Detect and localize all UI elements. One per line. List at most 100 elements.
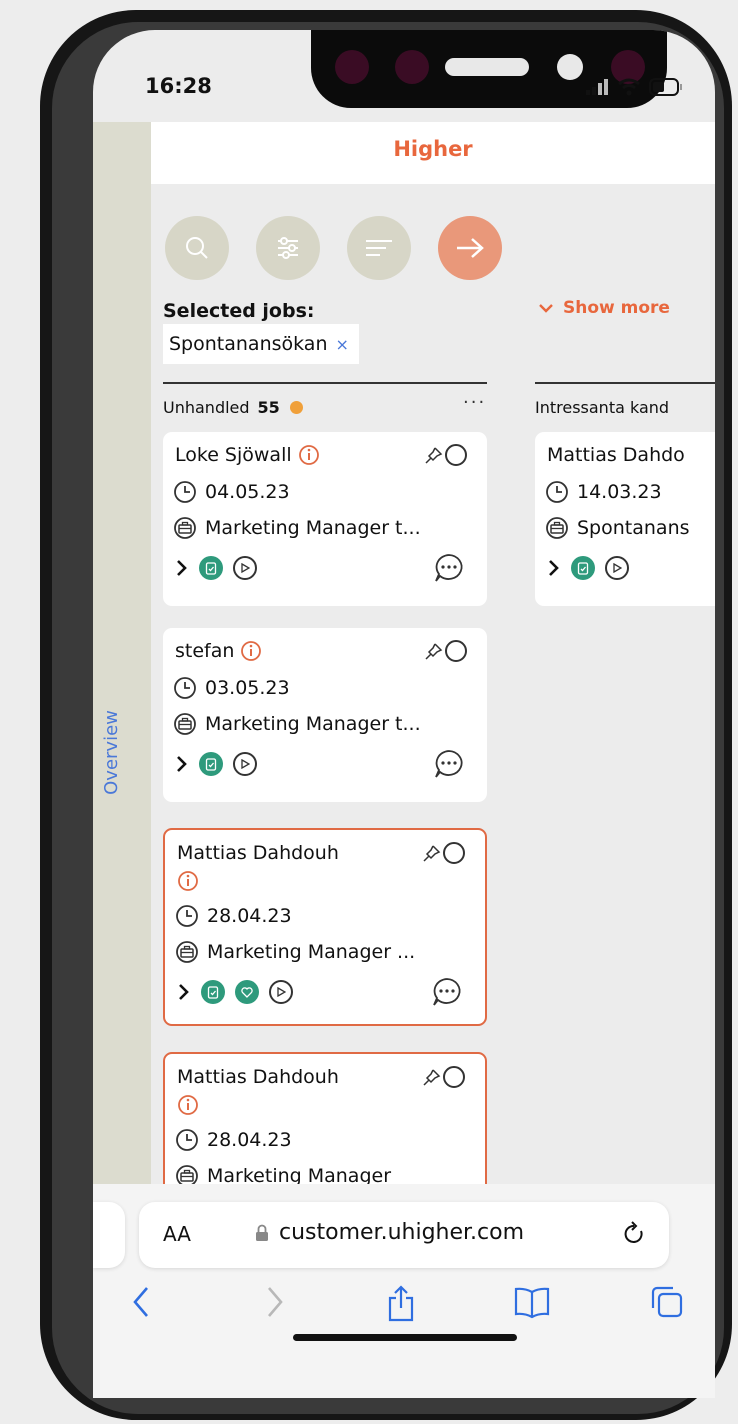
job-row: Marketing Manager t... bbox=[173, 516, 421, 540]
pin-icon[interactable] bbox=[421, 844, 441, 864]
date-row: 28.04.23 bbox=[175, 1128, 292, 1152]
next-button[interactable] bbox=[438, 216, 502, 280]
column-more-button[interactable]: ··· bbox=[463, 392, 486, 413]
speaker-grille bbox=[445, 58, 529, 76]
job-filter-chip-label: Spontanansökan bbox=[169, 333, 328, 355]
select-checkbox[interactable] bbox=[445, 444, 467, 466]
briefcase-icon bbox=[174, 713, 196, 735]
info-icon[interactable] bbox=[177, 1094, 199, 1116]
column-count: 55 bbox=[257, 398, 280, 417]
reload-icon[interactable] bbox=[621, 1220, 647, 1248]
lock-icon bbox=[256, 1224, 268, 1241]
clock-icon bbox=[546, 481, 568, 503]
info-icon[interactable] bbox=[177, 870, 199, 892]
chip-remove-icon[interactable]: × bbox=[336, 335, 349, 354]
url-text[interactable]: customer.uhigher.com bbox=[279, 1220, 524, 1245]
column-header-interesting: Intressanta kand bbox=[535, 398, 715, 417]
candidate-job: Marketing Manager t... bbox=[205, 713, 421, 735]
clipboard-check-icon[interactable] bbox=[199, 556, 223, 580]
candidate-card[interactable]: Loke Sjöwall 04.05.23 Marketing Manager … bbox=[163, 432, 487, 606]
play-video-icon[interactable] bbox=[233, 556, 257, 580]
play-video-icon[interactable] bbox=[605, 556, 629, 580]
candidate-name: stefan bbox=[175, 640, 235, 662]
search-icon bbox=[186, 237, 208, 259]
candidate-name-row: stefan bbox=[175, 640, 262, 662]
clipboard-check-icon[interactable] bbox=[199, 752, 223, 776]
column-title: Unhandled bbox=[163, 398, 250, 417]
select-checkbox[interactable] bbox=[443, 842, 465, 864]
chat-bubble-icon[interactable] bbox=[433, 748, 465, 780]
sort-button[interactable] bbox=[347, 216, 411, 280]
search-button[interactable] bbox=[165, 216, 229, 280]
show-more-button[interactable]: Show more bbox=[539, 298, 670, 318]
chat-bubble-icon[interactable] bbox=[431, 976, 463, 1008]
clipboard-check-icon[interactable] bbox=[201, 980, 225, 1004]
bookmarks-icon[interactable] bbox=[513, 1284, 551, 1320]
column-header-unhandled: Unhandled 55 bbox=[163, 398, 303, 417]
address-bar[interactable]: AA customer.uhigher.com bbox=[139, 1202, 669, 1268]
candidate-date: 03.05.23 bbox=[205, 677, 290, 699]
card-actions bbox=[177, 980, 293, 1004]
card-actions bbox=[547, 556, 629, 580]
play-video-icon[interactable] bbox=[233, 752, 257, 776]
status-icons bbox=[585, 78, 683, 96]
column-divider bbox=[535, 382, 715, 384]
url-display[interactable]: customer.uhigher.com bbox=[255, 1220, 524, 1245]
clipboard-check-icon[interactable] bbox=[571, 556, 595, 580]
arrow-right-icon bbox=[457, 238, 484, 258]
show-more-label[interactable]: Show more bbox=[563, 298, 670, 318]
chevron-right-icon[interactable] bbox=[177, 983, 191, 1001]
play-video-icon[interactable] bbox=[269, 980, 293, 1004]
candidate-card[interactable]: Mattias Dahdo 14.03.23 Spontanans bbox=[535, 432, 715, 606]
date-row: 28.04.23 bbox=[175, 904, 292, 928]
candidate-date: 14.03.23 bbox=[577, 481, 662, 503]
briefcase-icon bbox=[176, 941, 198, 963]
browser-toolbar: AA customer.uhigher.com bbox=[93, 1184, 715, 1398]
sort-lines-icon bbox=[366, 240, 392, 256]
briefcase-icon bbox=[546, 517, 568, 539]
forward-icon[interactable] bbox=[263, 1284, 287, 1320]
chevron-right-icon[interactable] bbox=[175, 755, 189, 773]
wifi-icon bbox=[618, 78, 640, 96]
filter-button[interactable] bbox=[256, 216, 320, 280]
text-size-button[interactable]: AA bbox=[163, 1222, 191, 1246]
column-clip: Mattias Dahdo 14.03.23 Spontanans bbox=[535, 432, 715, 606]
candidate-date: 04.05.23 bbox=[205, 481, 290, 503]
candidate-card[interactable]: stefan 03.05.23 Marketing Manager t... bbox=[163, 628, 487, 802]
sidebar-overview[interactable]: Overview bbox=[93, 122, 151, 1184]
info-icon[interactable] bbox=[240, 640, 262, 662]
pin-icon[interactable] bbox=[423, 642, 443, 662]
candidate-name-row: Mattias Dahdo bbox=[547, 444, 685, 466]
job-row: Marketing Manager ... bbox=[175, 940, 415, 964]
select-checkbox[interactable] bbox=[445, 640, 467, 662]
candidate-date: 28.04.23 bbox=[207, 1129, 292, 1151]
pin-icon[interactable] bbox=[423, 446, 443, 466]
candidate-name-row: Mattias Dahdouh bbox=[177, 1066, 339, 1088]
candidate-card[interactable]: Mattias Dahdouh 28.04.23 Marketing Manag… bbox=[163, 828, 487, 1026]
chevron-right-icon[interactable] bbox=[547, 559, 561, 577]
heart-shield-icon[interactable] bbox=[235, 980, 259, 1004]
filter-sliders-icon bbox=[278, 237, 298, 259]
tabs-icon[interactable] bbox=[649, 1284, 685, 1320]
info-icon[interactable] bbox=[298, 444, 320, 466]
sidebar-overview-label[interactable]: Overview bbox=[101, 710, 122, 795]
candidate-name-row: Loke Sjöwall bbox=[175, 444, 320, 466]
column-divider bbox=[163, 382, 487, 384]
chat-bubble-icon[interactable] bbox=[433, 552, 465, 584]
candidate-job: Spontanans bbox=[577, 517, 690, 539]
chevron-right-icon[interactable] bbox=[175, 559, 189, 577]
notch-sensor bbox=[335, 50, 369, 84]
pin-icon[interactable] bbox=[421, 1068, 441, 1088]
browser-nav bbox=[93, 1284, 715, 1334]
select-checkbox[interactable] bbox=[443, 1066, 465, 1088]
clock-icon bbox=[176, 905, 198, 927]
status-time: 16:28 bbox=[145, 74, 212, 98]
home-indicator[interactable] bbox=[293, 1334, 517, 1341]
date-row: 14.03.23 bbox=[545, 480, 662, 504]
back-icon[interactable] bbox=[129, 1284, 153, 1320]
share-icon[interactable] bbox=[385, 1284, 417, 1322]
candidate-job: Marketing Manager t... bbox=[205, 517, 421, 539]
job-filter-chip: Spontanansökan × bbox=[163, 324, 359, 364]
app-header: Higher bbox=[151, 122, 715, 184]
previous-tab-stub[interactable] bbox=[93, 1202, 125, 1268]
